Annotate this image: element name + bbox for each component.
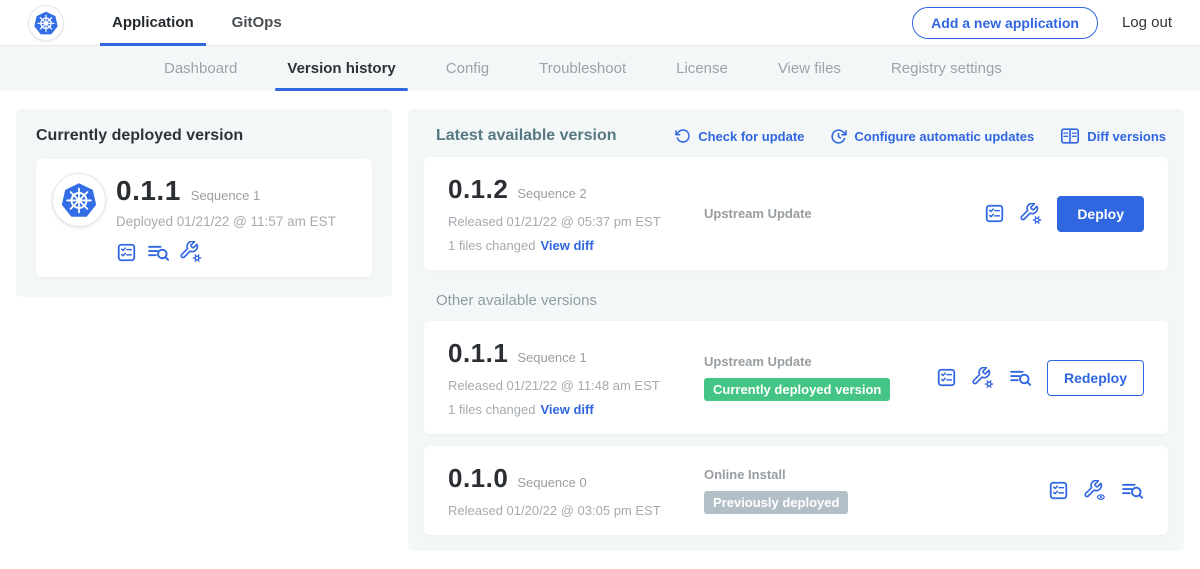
subnav-item-registry-settings[interactable]: Registry settings [877, 46, 1016, 91]
check-for-update-label: Check for update [698, 129, 804, 144]
version-history-panel: Latest available version Check for updat… [408, 109, 1184, 551]
subnav-label: Registry settings [891, 60, 1002, 77]
logout-button[interactable]: Log out [1122, 14, 1172, 31]
preflight-checks-icon[interactable] [984, 203, 1005, 224]
kubernetes-logo-icon [28, 5, 64, 41]
version-number: 0.1.2 [448, 174, 508, 205]
subnav-label: Dashboard [164, 60, 237, 77]
subnav-item-config[interactable]: Config [432, 46, 503, 91]
released-timestamp: Released 01/20/22 @ 03:05 pm EST [448, 503, 704, 518]
kubernetes-app-icon [52, 173, 106, 227]
deployed-version-card: 0.1.1 Sequence 1 Deployed 01/21/22 @ 11:… [36, 159, 372, 277]
files-changed-label: 1 files changed [448, 238, 535, 253]
app-subnav: Dashboard Version history Config Trouble… [0, 46, 1200, 91]
diff-icon [1060, 127, 1080, 145]
edit-config-icon[interactable] [180, 241, 202, 263]
configure-automatic-updates-label: Configure automatic updates [854, 129, 1034, 144]
preflight-checks-icon[interactable] [1048, 480, 1069, 501]
tab-gitops-label: GitOps [232, 14, 282, 31]
version-source-label: Online Install [704, 467, 1038, 482]
deployed-sequence-label: Sequence 1 [191, 188, 260, 203]
subnav-label: Version history [287, 60, 395, 77]
tab-gitops[interactable]: GitOps [220, 0, 294, 45]
version-card-0-1-0: 0.1.0 Sequence 0 Released 01/20/22 @ 03:… [424, 446, 1168, 535]
deploy-button[interactable]: Deploy [1057, 196, 1144, 232]
version-source-label: Upstream Update [704, 354, 926, 369]
diff-versions-label: Diff versions [1087, 129, 1166, 144]
refresh-icon [675, 128, 691, 144]
subnav-item-troubleshoot[interactable]: Troubleshoot [525, 46, 640, 91]
check-for-update-link[interactable]: Check for update [675, 128, 804, 144]
subnav-item-license[interactable]: License [662, 46, 742, 91]
subnav-item-dashboard[interactable]: Dashboard [150, 46, 251, 91]
clock-refresh-icon [830, 128, 847, 145]
redeploy-button[interactable]: Redeploy [1047, 360, 1144, 396]
released-timestamp: Released 01/21/22 @ 05:37 pm EST [448, 214, 704, 229]
version-number: 0.1.1 [448, 338, 508, 369]
subnav-item-view-files[interactable]: View files [764, 46, 855, 91]
subnav-label: View files [778, 60, 841, 77]
other-available-heading: Other available versions [436, 292, 1168, 309]
released-timestamp: Released 01/21/22 @ 11:48 am EST [448, 378, 704, 393]
deployed-timestamp: Deployed 01/21/22 @ 11:57 am EST [116, 214, 336, 229]
subnav-label: Troubleshoot [539, 60, 626, 77]
currently-deployed-title: Currently deployed version [36, 127, 372, 145]
version-number: 0.1.0 [448, 463, 508, 494]
view-config-icon[interactable] [1084, 480, 1106, 502]
add-application-button[interactable]: Add a new application [912, 7, 1098, 39]
top-navbar: Application GitOps Add a new application… [0, 0, 1200, 46]
deployed-version-number: 0.1.1 [116, 175, 181, 207]
subnav-label: Config [446, 60, 489, 77]
release-notes-icon[interactable] [1121, 480, 1144, 501]
release-notes-icon[interactable] [1009, 367, 1032, 388]
view-diff-link[interactable]: View diff [540, 238, 593, 253]
version-source-label: Upstream Update [704, 206, 974, 221]
currently-deployed-badge: Currently deployed version [704, 378, 890, 401]
version-card-0-1-2: 0.1.2 Sequence 2 Released 01/21/22 @ 05:… [424, 157, 1168, 270]
app-logo [28, 0, 64, 45]
release-notes-icon[interactable] [147, 242, 170, 263]
diff-versions-link[interactable]: Diff versions [1060, 127, 1166, 145]
files-changed-label: 1 files changed [448, 402, 535, 417]
sequence-label: Sequence 0 [517, 475, 586, 490]
subnav-label: License [676, 60, 728, 77]
edit-config-icon[interactable] [972, 367, 994, 389]
sequence-label: Sequence 1 [517, 350, 586, 365]
edit-config-icon[interactable] [1020, 203, 1042, 225]
subnav-item-version-history[interactable]: Version history [273, 46, 409, 91]
tab-application[interactable]: Application [100, 0, 206, 45]
preflight-checks-icon[interactable] [116, 242, 137, 263]
latest-available-heading: Latest available version [436, 127, 617, 145]
sequence-label: Sequence 2 [517, 186, 586, 201]
tab-application-label: Application [112, 14, 194, 31]
configure-automatic-updates-link[interactable]: Configure automatic updates [830, 128, 1034, 145]
view-diff-link[interactable]: View diff [540, 402, 593, 417]
version-card-0-1-1: 0.1.1 Sequence 1 Released 01/21/22 @ 11:… [424, 321, 1168, 434]
preflight-checks-icon[interactable] [936, 367, 957, 388]
previously-deployed-badge: Previously deployed [704, 491, 848, 514]
currently-deployed-card: Currently deployed version 0.1.1 Sequenc… [16, 109, 392, 297]
